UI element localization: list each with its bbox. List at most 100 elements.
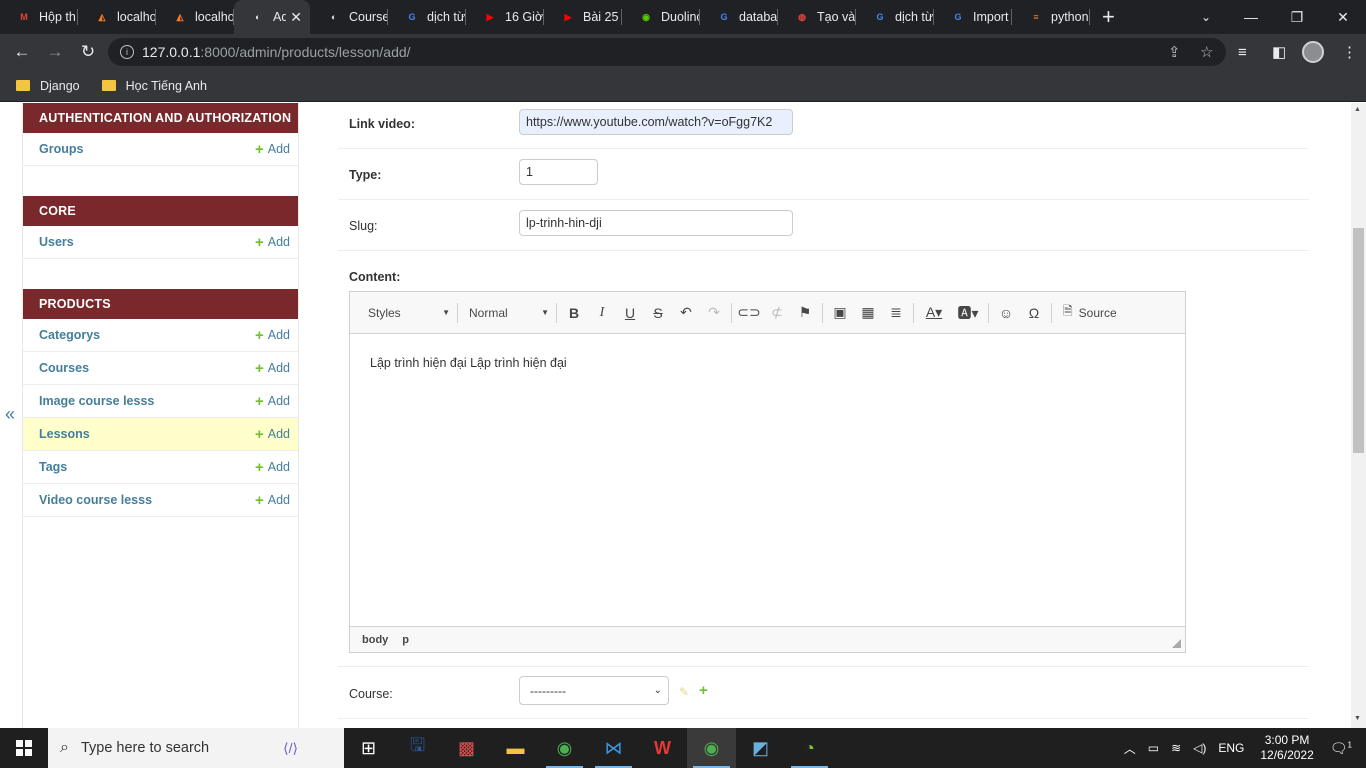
model-link[interactable]: Groups: [39, 142, 83, 156]
page-scrollbar[interactable]: ▲ ▼: [1351, 103, 1366, 728]
browser-tab[interactable]: ◐ Course: [310, 0, 388, 34]
start-button[interactable]: [0, 728, 48, 768]
save-app-icon[interactable]: 🖫: [393, 728, 442, 768]
scrollbar-thumb[interactable]: [1353, 228, 1364, 453]
link-video-input[interactable]: https://www.youtube.com/watch?v=oFgg7K2: [519, 109, 793, 135]
notepad-app-icon[interactable]: ◩: [736, 728, 785, 768]
add-link[interactable]: + Add: [255, 459, 290, 476]
browser-tab[interactable]: ◐ Adı✕: [234, 0, 310, 34]
add-link[interactable]: + Add: [255, 327, 290, 344]
kebab-menu-icon[interactable]: ⋮: [1342, 34, 1357, 70]
browser-tab[interactable]: ◭ localho: [78, 0, 156, 34]
language-indicator[interactable]: ENG: [1218, 741, 1244, 755]
minimize-icon[interactable]: —: [1228, 0, 1274, 34]
browser-tab[interactable]: Gdịch từ: [856, 0, 934, 34]
restore-icon[interactable]: ❐: [1274, 0, 1320, 34]
reading-list-icon[interactable]: ≡: [1238, 34, 1247, 70]
browser-tab[interactable]: ◭ localho: [156, 0, 234, 34]
scroll-down-icon[interactable]: ▼: [1354, 715, 1361, 722]
wifi-icon[interactable]: ≋: [1171, 741, 1181, 755]
chrome-active-icon[interactable]: ◉: [687, 728, 736, 768]
anchor-flag-icon[interactable]: ⚑: [791, 301, 819, 325]
browser-tab[interactable]: ▶ Bài 25: [544, 0, 622, 34]
green-app-icon[interactable]: ◔: [785, 728, 834, 768]
chrome-icon[interactable]: ◉: [540, 728, 589, 768]
profile-avatar[interactable]: [1302, 41, 1324, 63]
horizontal-line-icon[interactable]: ≣: [882, 301, 910, 325]
italic-icon[interactable]: I: [588, 301, 616, 325]
model-link[interactable]: Users: [39, 235, 74, 249]
taskbar-search[interactable]: ⌕ Type here to search ⟨/⟩: [48, 728, 344, 768]
model-link[interactable]: Lessons: [39, 427, 90, 441]
add-link[interactable]: + Add: [255, 234, 290, 251]
scroll-up-icon[interactable]: ▲: [1354, 106, 1361, 113]
browser-tab[interactable]: ◍ Tạo và: [778, 0, 856, 34]
add-related-plus-icon[interactable]: +: [699, 682, 708, 699]
notification-center-icon[interactable]: 🗨1: [1330, 740, 1352, 757]
vscode-icon[interactable]: ⋈: [589, 728, 638, 768]
module-caption[interactable]: CORE: [23, 196, 298, 226]
resize-grip-icon[interactable]: [1172, 639, 1181, 648]
volume-icon[interactable]: ◁): [1193, 741, 1206, 755]
browser-tab[interactable]: ≡ python: [1012, 0, 1090, 34]
browser-tab[interactable]: Gdịch từ: [388, 0, 466, 34]
background-color-icon[interactable]: 🅰▾: [951, 301, 985, 325]
add-link[interactable]: + Add: [255, 426, 290, 443]
course-select[interactable]: --------- ⌄: [519, 676, 669, 705]
file-explorer-icon[interactable]: ▬: [491, 728, 540, 768]
forward-arrow-icon[interactable]: →: [44, 41, 66, 63]
strikethrough-icon[interactable]: S: [644, 301, 672, 325]
clock[interactable]: 3:00 PM 12/6/2022: [1260, 733, 1313, 763]
editor-body[interactable]: Lập trình hiện đại Lập trình hiện đại: [350, 334, 1185, 626]
model-link[interactable]: Image course lesss: [39, 394, 154, 408]
model-link[interactable]: Courses: [39, 361, 89, 375]
browser-tab[interactable]: G Import: [934, 0, 1012, 34]
path-p[interactable]: p: [402, 634, 409, 646]
model-link[interactable]: Categorys: [39, 328, 100, 342]
side-panel-icon[interactable]: ◧: [1272, 34, 1286, 70]
add-link[interactable]: + Add: [255, 360, 290, 377]
slug-input[interactable]: lp-trinh-hin-dji: [519, 210, 793, 236]
module-caption[interactable]: AUTHENTICATION AND AUTHORIZATION: [23, 103, 298, 133]
link-icon[interactable]: ⊂⊃: [735, 301, 763, 325]
browser-tab[interactable]: ◉ Duolinc: [622, 0, 700, 34]
undo-icon[interactable]: ↶: [672, 301, 700, 325]
styles-combo[interactable]: Styles ▼: [356, 301, 454, 325]
redo-icon[interactable]: ↷: [700, 301, 728, 325]
add-link[interactable]: + Add: [255, 492, 290, 509]
smiley-icon[interactable]: ☺: [992, 301, 1020, 325]
close-window-icon[interactable]: ✕: [1320, 0, 1366, 34]
bookmark-django[interactable]: Django: [16, 79, 80, 93]
bold-icon[interactable]: B: [560, 301, 588, 325]
reload-icon[interactable]: ↻: [77, 41, 99, 63]
source-button[interactable]: 🗎 Source: [1055, 301, 1121, 325]
change-pencil-icon[interactable]: ✎: [679, 685, 689, 699]
show-hidden-icons-chevron-icon[interactable]: ︿: [1124, 740, 1136, 757]
address-bar[interactable]: i 127.0.0.1:8000/admin/products/lesson/a…: [108, 38, 1226, 66]
browser-tab[interactable]: M Hộp th: [0, 0, 78, 34]
back-arrow-icon[interactable]: ←: [11, 41, 33, 63]
new-tab-button[interactable]: +: [1102, 4, 1126, 30]
text-color-icon[interactable]: A▾: [917, 301, 951, 325]
table-icon[interactable]: ▦: [854, 301, 882, 325]
close-tab-icon[interactable]: ✕: [290, 9, 302, 26]
share-icon[interactable]: ⇪: [1168, 43, 1181, 61]
model-link[interactable]: Tags: [39, 460, 67, 474]
site-info-icon[interactable]: i: [120, 45, 134, 59]
nav-sidebar-toggle[interactable]: «: [5, 404, 15, 425]
model-link[interactable]: Video course lesss: [39, 493, 152, 507]
special-char-omega-icon[interactable]: Ω: [1020, 301, 1048, 325]
underline-icon[interactable]: U: [616, 301, 644, 325]
wps-office-icon[interactable]: W: [638, 728, 687, 768]
type-input[interactable]: 1: [519, 159, 598, 185]
add-link[interactable]: + Add: [255, 141, 290, 158]
path-body[interactable]: body: [362, 634, 388, 646]
bookmark-hoc-tieng-anh[interactable]: Học Tiếng Anh: [101, 79, 207, 93]
browser-tab[interactable]: Gdataba: [700, 0, 778, 34]
module-caption[interactable]: PRODUCTS: [23, 289, 298, 319]
task-view-icon[interactable]: ⊞: [344, 728, 393, 768]
browser-tab[interactable]: ▶ 16 Giờ: [466, 0, 544, 34]
unlink-icon[interactable]: ⊄: [763, 301, 791, 325]
image-icon[interactable]: ▣: [826, 301, 854, 325]
bookmark-star-icon[interactable]: ☆: [1200, 43, 1213, 61]
